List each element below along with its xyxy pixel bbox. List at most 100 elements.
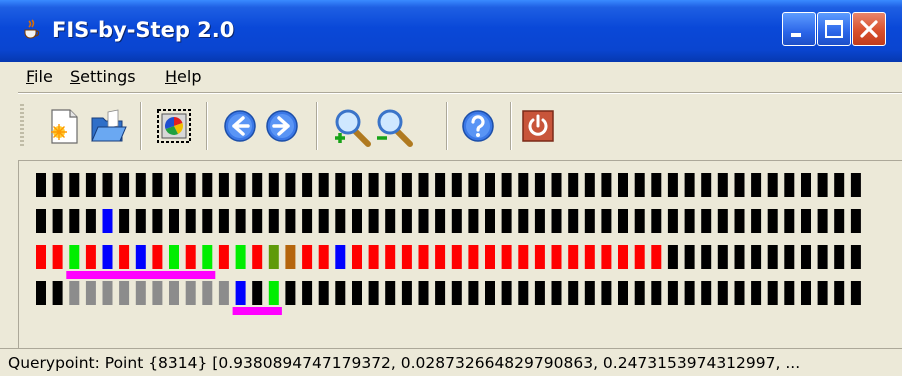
- cell-black: [285, 173, 296, 197]
- cell-black: [185, 209, 196, 233]
- menu-file[interactable]: File: [26, 62, 53, 92]
- cell-black: [418, 209, 429, 233]
- new-button[interactable]: [44, 104, 84, 148]
- cell-red: [534, 245, 545, 269]
- cell-black: [52, 173, 63, 197]
- cell-black: [52, 209, 63, 233]
- cell-black: [451, 209, 462, 233]
- cell-black: [568, 281, 579, 305]
- cell-black: [485, 209, 495, 233]
- cell-black: [834, 173, 845, 197]
- arrow-right-icon: [266, 110, 298, 142]
- toolbar-separator: [140, 102, 142, 150]
- cell-black: [518, 173, 529, 197]
- minimize-button[interactable]: [782, 12, 816, 46]
- minimize-icon: [791, 33, 801, 37]
- cell-black: [318, 173, 329, 197]
- cell-black: [634, 173, 645, 197]
- toolbar-separator: [316, 102, 318, 150]
- cell-black: [634, 209, 645, 233]
- cell-black: [451, 281, 462, 305]
- cell-black: [468, 281, 479, 305]
- cell-black: [401, 281, 412, 305]
- cell-black: [418, 173, 429, 197]
- forward-button[interactable]: [262, 104, 302, 148]
- cell-red: [418, 245, 429, 269]
- cell-red: [518, 245, 529, 269]
- cell-black: [485, 173, 495, 197]
- cell-black: [601, 173, 612, 197]
- cell-black: [435, 173, 446, 197]
- cell-gray: [185, 281, 196, 305]
- cell-blue: [335, 245, 346, 269]
- cell-black: [667, 281, 678, 305]
- window-title: FIS-by-Step 2.0: [52, 18, 235, 42]
- maximize-button[interactable]: [817, 12, 851, 46]
- cell-black: [618, 281, 628, 305]
- cell-black: [385, 209, 396, 233]
- cell-black: [252, 173, 263, 197]
- cell-black: [252, 209, 263, 233]
- help-button[interactable]: [458, 104, 498, 148]
- cell-black: [451, 173, 462, 197]
- menu-help[interactable]: Help: [165, 62, 201, 92]
- cell-black: [169, 173, 179, 197]
- cell-black: [534, 173, 545, 197]
- cell-black: [767, 281, 778, 305]
- cell-black: [518, 281, 529, 305]
- cell-black: [667, 245, 678, 269]
- cell-black: [335, 281, 346, 305]
- cell-black: [701, 209, 712, 233]
- cell-black: [335, 209, 346, 233]
- cell-black: [435, 209, 446, 233]
- cell-black: [468, 173, 479, 197]
- zoom-in-button[interactable]: [332, 104, 372, 148]
- cell-black: [651, 209, 662, 233]
- cell-gray: [135, 281, 146, 305]
- cell-black: [551, 173, 562, 197]
- back-button[interactable]: [220, 104, 260, 148]
- cell-black: [667, 209, 678, 233]
- cell-brown: [285, 245, 296, 269]
- cell-black: [801, 245, 811, 269]
- cell-black: [135, 209, 146, 233]
- zoom-out-icon: [377, 109, 413, 147]
- menu-bar: File Settings Help: [0, 62, 902, 92]
- cell-red: [302, 245, 313, 269]
- cell-red: [119, 245, 130, 269]
- toolbar-separator: [206, 102, 208, 150]
- cell-green: [169, 245, 179, 269]
- cell-red: [468, 245, 479, 269]
- title-bar[interactable]: FIS-by-Step 2.0: [0, 0, 902, 62]
- cell-black: [734, 173, 745, 197]
- toolbar-grip[interactable]: [20, 104, 24, 148]
- toolbar-separator: [446, 102, 448, 150]
- display-button[interactable]: [154, 104, 194, 148]
- cell-red: [584, 245, 595, 269]
- cell-black: [485, 281, 495, 305]
- exit-button[interactable]: [518, 104, 558, 148]
- cell-black: [817, 281, 828, 305]
- color-wheel-icon: [157, 109, 191, 143]
- cell-red: [451, 245, 462, 269]
- cell-black: [601, 281, 612, 305]
- cell-black: [368, 281, 379, 305]
- cell-black: [52, 281, 63, 305]
- cell-black: [568, 173, 579, 197]
- open-button[interactable]: [88, 104, 128, 148]
- cell-black: [268, 209, 279, 233]
- zoom-in-icon: [335, 109, 371, 147]
- cell-black: [701, 281, 712, 305]
- cell-black: [368, 209, 379, 233]
- cell-black: [801, 173, 811, 197]
- menu-settings[interactable]: Settings: [70, 62, 136, 92]
- zoom-out-button[interactable]: [374, 104, 414, 148]
- cell-black: [834, 281, 845, 305]
- cell-black: [69, 209, 80, 233]
- cell-red: [318, 245, 329, 269]
- cell-green: [69, 245, 80, 269]
- cell-black: [584, 173, 595, 197]
- close-button[interactable]: [852, 12, 886, 46]
- selection-bar: [232, 307, 282, 315]
- cell-black: [784, 209, 795, 233]
